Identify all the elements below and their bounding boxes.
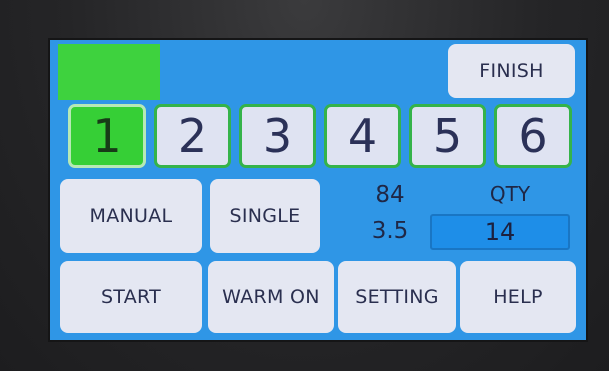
single-button[interactable]: SINGLE xyxy=(210,179,320,253)
program-button-6[interactable]: 6 xyxy=(494,104,572,168)
readout-value-top: 84 xyxy=(375,182,405,208)
finish-button[interactable]: FINISH xyxy=(448,44,575,98)
status-indicator xyxy=(58,44,160,100)
help-button[interactable]: HELP xyxy=(460,261,576,333)
warm-on-button[interactable]: WARM ON xyxy=(208,261,334,333)
touch-screen: FINISH 1 2 3 4 5 6 MANUAL SINGLE 84 3.5 … xyxy=(50,40,586,340)
program-button-1[interactable]: 1 xyxy=(68,104,146,168)
program-button-5[interactable]: 5 xyxy=(409,104,486,168)
qty-label: QTY xyxy=(489,182,531,206)
program-button-4[interactable]: 4 xyxy=(324,104,401,168)
program-button-2[interactable]: 2 xyxy=(154,104,231,168)
qty-value-field[interactable]: 14 xyxy=(430,214,570,250)
setting-button[interactable]: SETTING xyxy=(338,261,456,333)
start-button[interactable]: START xyxy=(60,261,202,333)
readout-value-bottom: 3.5 xyxy=(371,218,409,244)
manual-button[interactable]: MANUAL xyxy=(60,179,202,253)
program-button-3[interactable]: 3 xyxy=(239,104,316,168)
